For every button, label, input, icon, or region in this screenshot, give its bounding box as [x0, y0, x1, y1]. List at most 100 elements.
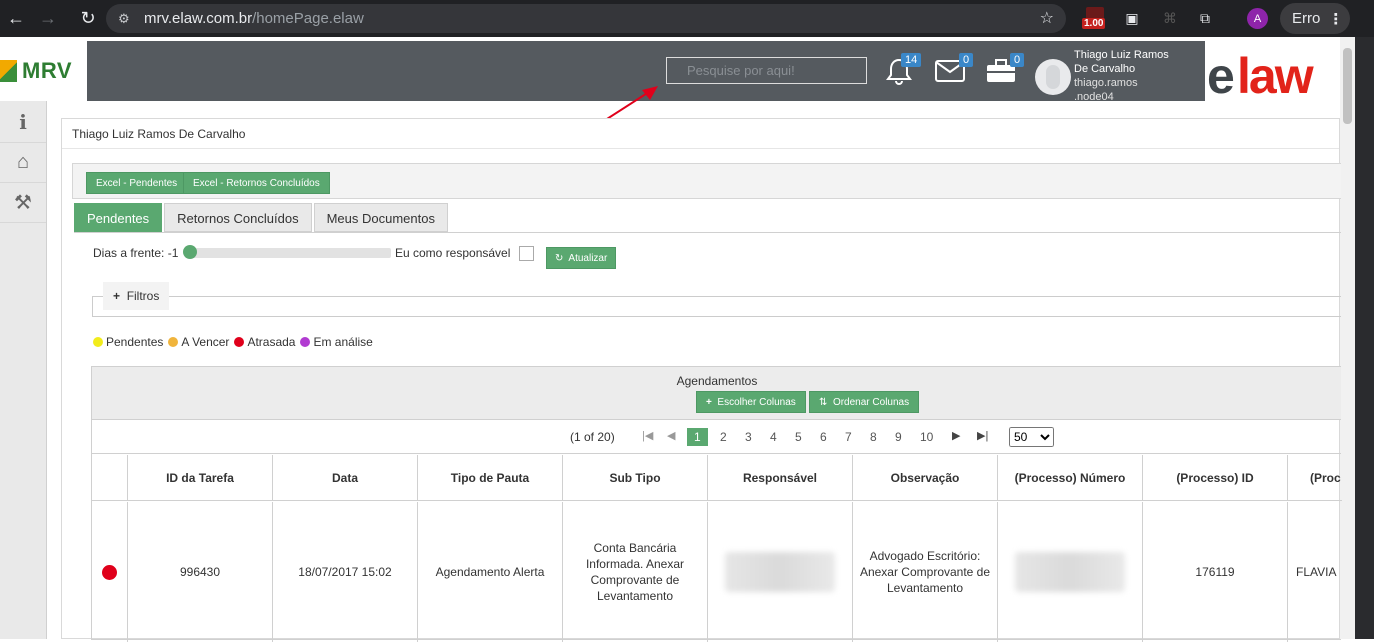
column-header[interactable]: ID da Tarefa: [127, 455, 272, 501]
column-header[interactable]: Data: [272, 455, 417, 501]
column-header[interactable]: (Processo) Número: [997, 455, 1142, 501]
page-3[interactable]: 3: [745, 430, 752, 444]
mrv-logo[interactable]: MRV: [0, 41, 87, 101]
extensions-puzzle-icon[interactable]: ⧉: [1195, 6, 1215, 30]
escolher-colunas-label: Escolher Colunas: [717, 397, 796, 408]
notifications-count-badge: 14: [901, 53, 922, 67]
mrv-logo-text: MRV: [22, 58, 72, 83]
atualizar-button[interactable]: ↻ Atualizar: [546, 247, 617, 269]
last-page-icon[interactable]: ▶|: [977, 429, 988, 442]
page-5[interactable]: 5: [795, 430, 802, 444]
tabs: Pendentes Retornos Concluídos Meus Docum…: [74, 203, 450, 233]
column-header[interactable]: Observação: [852, 455, 997, 501]
a-vencer-dot-icon: [168, 337, 179, 347]
column-header[interactable]: Tipo de Pauta: [417, 455, 562, 501]
cell-subtipo: Conta Bancária Informada. Anexar Comprov…: [562, 502, 707, 642]
table-header: ID da Tarefa Data Tipo de Pauta Sub Tipo…: [92, 455, 1342, 501]
tab-retornos-concluidos[interactable]: Retornos Concluídos: [164, 203, 312, 232]
scrollbar-thumb[interactable]: [1343, 48, 1352, 124]
cell-processo-id: 176119: [1142, 502, 1287, 642]
atualizar-label: Atualizar: [568, 253, 608, 264]
search-input[interactable]: Pesquise por aqui!: [666, 57, 867, 84]
user-name-line2: De Carvalho: [1074, 63, 1136, 75]
forward-icon[interactable]: →: [32, 3, 64, 35]
excel-pendentes-button[interactable]: Excel - Pendentes: [86, 172, 188, 194]
eu-como-label: Eu como responsável: [395, 246, 511, 260]
page-7[interactable]: 7: [845, 430, 852, 444]
legend-pendentes: Pendentes: [106, 335, 164, 349]
tab-meus-documentos[interactable]: Meus Documentos: [313, 203, 448, 232]
user-login: thiago.ramos: [1074, 77, 1138, 89]
extension-badge[interactable]: 1.00: [1082, 7, 1110, 31]
filtros-toggle[interactable]: + Filtros: [103, 282, 170, 310]
page-2[interactable]: 2: [720, 430, 727, 444]
error-profile-button[interactable]: Erro ⋮: [1280, 3, 1350, 34]
page-scrollbar[interactable]: [1340, 37, 1355, 639]
rows-per-page-select[interactable]: 50: [1009, 427, 1054, 447]
extension-badge-count: 1.00: [1082, 18, 1106, 29]
next-page-icon[interactable]: ▶: [952, 429, 960, 442]
elaw-logo-law: law: [1237, 48, 1314, 101]
filters-fieldset: [92, 296, 1341, 317]
page-6[interactable]: 6: [820, 430, 827, 444]
gavel-icon[interactable]: ⚒: [0, 183, 46, 223]
home-icon[interactable]: ⌂: [0, 143, 46, 183]
user-node: .node04: [1074, 91, 1114, 103]
column-header[interactable]: (Processo) ID: [1142, 455, 1287, 501]
excel-retornos-button[interactable]: Excel - Retornos Concluídos: [183, 172, 330, 194]
elaw-logo-e: e: [1207, 48, 1235, 101]
cell-data: 18/07/2017 15:02: [272, 502, 417, 642]
grid-header: Agendamentos + Escolher Colunas ⇅ Ordena…: [92, 367, 1341, 420]
side-panel-strip: [1355, 37, 1374, 639]
extension-puzzle-dim-icon[interactable]: ⌘: [1160, 6, 1180, 30]
tab-pendentes[interactable]: Pendentes: [74, 203, 163, 232]
table-row[interactable]: 996430 18/07/2017 15:02 Agendamento Aler…: [92, 502, 1342, 642]
extension-tab-icon[interactable]: ▣: [1122, 6, 1142, 30]
elaw-logo: e law: [1205, 41, 1340, 101]
site-info-icon[interactable]: ⚙: [118, 11, 136, 27]
cell-observacao: Advogado Escritório: Anexar Comprovante …: [852, 502, 997, 642]
escolher-colunas-button[interactable]: + Escolher Colunas: [696, 391, 806, 413]
dias-slider[interactable]: [183, 245, 391, 259]
atrasada-dot-icon: [234, 337, 245, 347]
eu-como-checkbox[interactable]: [519, 246, 534, 261]
grid-title: Agendamentos: [676, 374, 758, 388]
legend-em-analise: Em análise: [313, 335, 373, 349]
cell-processo-co: FLAVIA: [1287, 502, 1342, 642]
cell-processo-numero: [997, 502, 1142, 642]
plus-icon: +: [113, 289, 121, 303]
back-icon[interactable]: ←: [0, 3, 32, 35]
page-9[interactable]: 9: [895, 430, 902, 444]
more-menu-icon[interactable]: ⋮: [1328, 10, 1343, 28]
column-header[interactable]: (Proc Co: [1287, 455, 1342, 501]
legend-a-vencer: A Vencer: [181, 335, 230, 349]
prev-page-icon[interactable]: ◀: [667, 429, 675, 442]
ordenar-colunas-button[interactable]: ⇅ Ordenar Colunas: [809, 391, 920, 413]
page-10[interactable]: 10: [920, 430, 933, 444]
url-path: /homePage.elaw: [252, 10, 364, 27]
status-column-header: [92, 455, 127, 501]
plus-icon: +: [706, 397, 712, 408]
cell-tipo: Agendamento Alerta: [417, 502, 562, 642]
agendamentos-grid: Agendamentos + Escolher Colunas ⇅ Ordena…: [91, 366, 1342, 642]
redacted-processo-numero: [1015, 552, 1125, 592]
first-page-icon[interactable]: |◀: [642, 429, 653, 442]
user-info[interactable]: Thiago Luiz Ramos De Carvalho thiago.ram…: [1074, 48, 1194, 104]
reload-icon[interactable]: ↻: [72, 3, 104, 35]
em-analise-dot-icon: [300, 337, 311, 347]
page-4[interactable]: 4: [770, 430, 777, 444]
info-icon[interactable]: i: [0, 101, 46, 143]
page-1[interactable]: 1: [687, 428, 708, 446]
slider-handle[interactable]: [183, 245, 197, 259]
profile-avatar[interactable]: A: [1247, 8, 1268, 29]
bookmark-star-icon[interactable]: ☆: [1040, 8, 1054, 28]
column-header[interactable]: Responsável: [707, 455, 852, 501]
page-8[interactable]: 8: [870, 430, 877, 444]
ordenar-colunas-label: Ordenar Colunas: [832, 397, 910, 408]
column-header[interactable]: Sub Tipo: [562, 455, 707, 501]
cell-responsavel: [707, 502, 852, 642]
dias-label: Dias a frente: -1: [93, 246, 179, 260]
address-bar[interactable]: ⚙ mrv.elaw.com.br/homePage.elaw ☆: [106, 4, 1066, 33]
user-avatar[interactable]: [1035, 59, 1071, 95]
pendentes-dot-icon: [93, 337, 103, 347]
